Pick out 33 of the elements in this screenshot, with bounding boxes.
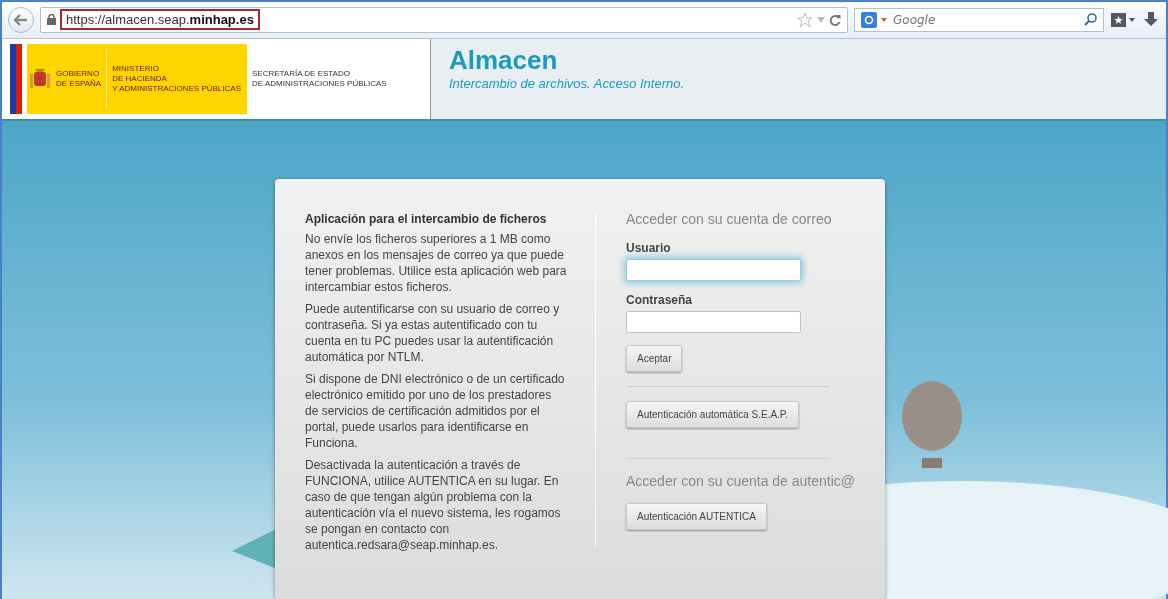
site-subtitle: Intercambio de archivos. Acceso Interno. bbox=[449, 75, 685, 91]
info-paragraph: Desactivada la autenticación a través de FUNCIONA, utilice AUTENTICA en su lugar. En caso de que tengan algún problema con la autenticación vía el nuevo sistema, les rogamos se pongan en contacto con autentica.redsara@seap.minhap.es. bbox=[305, 457, 562, 553]
section-heading: Acceder con su cuenta de autentic@ bbox=[626, 473, 857, 489]
search-engine-icon[interactable] bbox=[861, 11, 877, 28]
lock-icon bbox=[47, 14, 56, 26]
field-label: Usuario bbox=[626, 241, 672, 255]
star-icon[interactable] bbox=[797, 11, 813, 28]
field-label: Contraseña bbox=[626, 293, 694, 307]
bookmarks-icon[interactable] bbox=[1110, 11, 1136, 28]
flag-icon bbox=[10, 43, 22, 114]
auto-auth-button[interactable]: Autenticación automática S.E.A.P. bbox=[626, 401, 799, 428]
accept-button[interactable]: Aceptar bbox=[626, 345, 683, 372]
info-heading: Aplicación para el intercambio de ficheros bbox=[305, 211, 548, 227]
info-paragraph: Si dispone de DNI electrónico o de un certificado electrónico emitido por uno de los prestadores de servicios de certificación admitidos por el portal, puede usarlos para identificarse en Funciona. bbox=[305, 371, 566, 451]
site-title: Almacen bbox=[449, 44, 559, 76]
reload-icon[interactable] bbox=[829, 13, 841, 26]
download-icon[interactable] bbox=[1142, 11, 1160, 28]
ministry-name: MINISTERIO DE HACIENDA Y ADMINISTRACIONES PÚBLICAS bbox=[112, 63, 241, 94]
back-button[interactable] bbox=[8, 6, 34, 33]
search-bar[interactable]: Google bbox=[854, 7, 1104, 32]
url-text: https://almacen.seap.minhap.es bbox=[60, 9, 260, 31]
input-field[interactable] bbox=[626, 311, 801, 333]
section-heading: Acceder con su cuenta de correo bbox=[626, 211, 833, 227]
autentica-button[interactable]: Autenticación AUTENTICA bbox=[626, 503, 767, 530]
caret-icon[interactable] bbox=[881, 17, 887, 22]
info-paragraph: Puede autentificarse con su usuario de correo y contraseña. Si ya estas autentificado con tu cuenta en tu PC puedes usar la autentificación automática por NTLM. bbox=[305, 301, 561, 365]
address-bar[interactable]: https://almacen.seap.minhap.es bbox=[40, 6, 848, 33]
back-arrow-icon[interactable] bbox=[14, 13, 28, 26]
government-name: GOBIERNO DE ESPAÑA bbox=[56, 68, 102, 89]
input-field[interactable] bbox=[626, 259, 801, 281]
search-icon[interactable] bbox=[1084, 13, 1097, 27]
secretary-name: SECRETARÍA DE ESTADO DE ADMINISTRACIONES PÚBLICAS bbox=[252, 68, 387, 89]
info-paragraph: No envíe los ficheros superiores a 1 MB como anexos en los mensajes de correo ya que puede tener problemas. Utilice esta aplicación web para intercambiar estos ficheros. bbox=[305, 231, 567, 295]
